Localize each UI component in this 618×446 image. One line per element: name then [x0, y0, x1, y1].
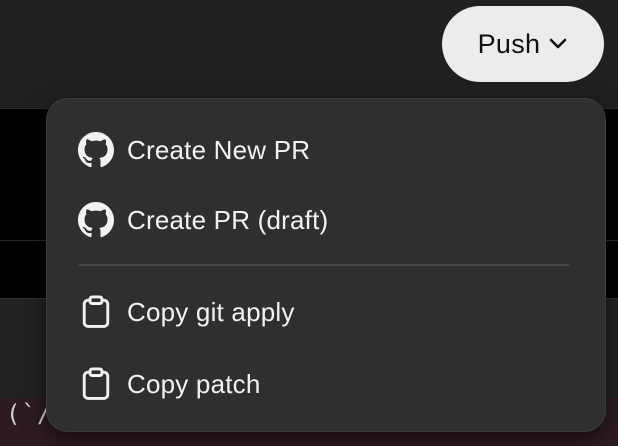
menu-item-create-pr-draft[interactable]: Create PR (draft): [77, 195, 577, 245]
menu-item-label: Copy git apply: [127, 296, 295, 327]
push-button-label: Push: [477, 28, 541, 59]
menu-item-copy-git-apply[interactable]: Copy git apply: [77, 287, 577, 337]
push-dropdown-menu: Create New PR Create PR (draft) Copy git…: [46, 98, 606, 432]
clipboard-icon: [77, 293, 115, 331]
github-icon: [77, 131, 115, 169]
clipboard-icon: [77, 365, 115, 403]
chevron-down-icon: [548, 37, 568, 51]
menu-item-copy-patch[interactable]: Copy patch: [77, 359, 577, 409]
menu-divider: [79, 264, 569, 266]
app-window: (`/ t Push Create New PR Create PR (: [0, 0, 618, 446]
push-button[interactable]: Push: [442, 6, 604, 82]
menu-item-label: Copy patch: [127, 368, 261, 399]
menu-item-create-new-pr[interactable]: Create New PR: [77, 125, 577, 175]
menu-item-label: Create PR (draft): [127, 204, 329, 235]
github-icon: [77, 201, 115, 239]
menu-item-label: Create New PR: [127, 134, 311, 165]
